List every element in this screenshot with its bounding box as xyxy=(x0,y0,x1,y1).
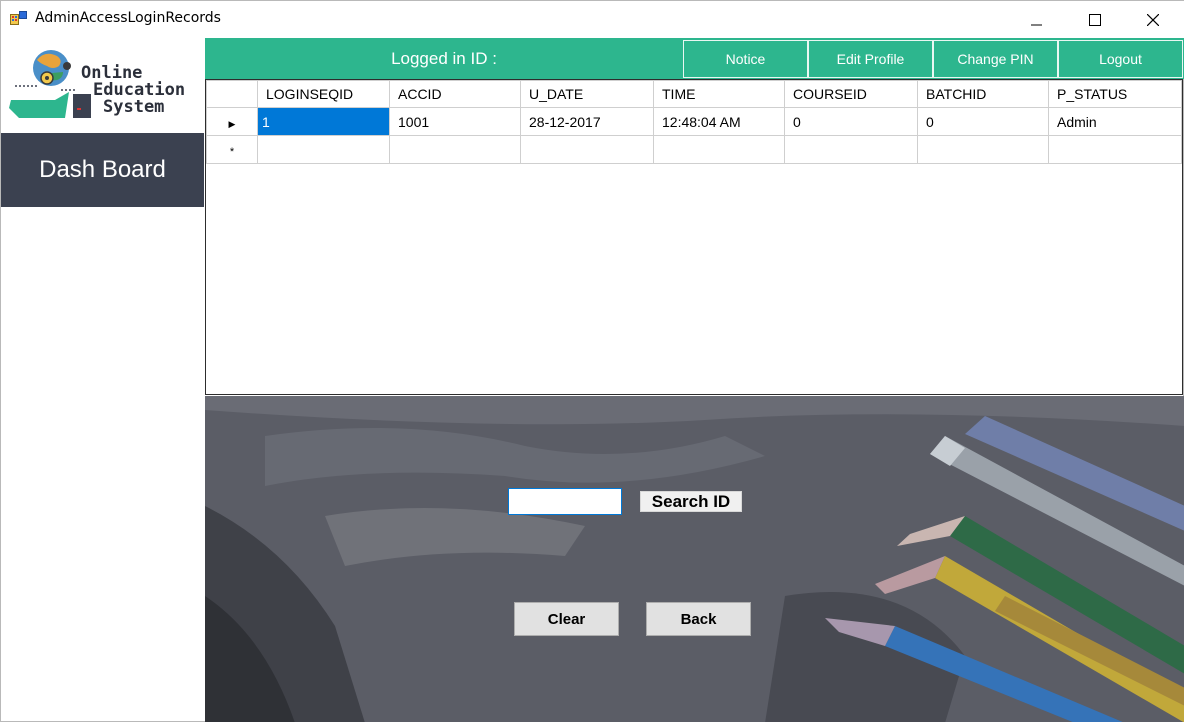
login-records-grid[interactable]: LOGINSEQID ACCID U_DATE TIME COURSEID BA… xyxy=(205,79,1183,395)
current-row-indicator[interactable]: ▶ xyxy=(206,107,258,136)
new-row-star-icon: * xyxy=(229,145,235,158)
close-button[interactable] xyxy=(1124,1,1182,38)
new-cell[interactable] xyxy=(784,135,918,164)
logged-in-label: Logged in ID : xyxy=(391,48,497,68)
app-window-icon xyxy=(10,11,27,26)
edit-profile-button[interactable]: Edit Profile xyxy=(808,40,933,78)
column-header-p-status[interactable]: P_STATUS xyxy=(1048,80,1182,108)
cell-u-date[interactable]: 28-12-2017 xyxy=(520,107,654,136)
clear-button[interactable]: Clear xyxy=(514,602,619,636)
minimize-button[interactable] xyxy=(1008,1,1066,38)
column-header-accid[interactable]: ACCID xyxy=(389,80,521,108)
maximize-icon xyxy=(1089,13,1101,26)
new-row-indicator[interactable]: * xyxy=(206,135,258,164)
new-cell[interactable] xyxy=(257,135,390,164)
top-bar: Logged in ID : Notice Edit Profile Chang… xyxy=(205,38,1184,79)
title-bar: AdminAccessLoginRecords xyxy=(1,1,1184,38)
new-cell[interactable] xyxy=(389,135,521,164)
search-id-input[interactable] xyxy=(508,488,622,515)
sidebar-item-dashboard[interactable]: Dash Board xyxy=(1,133,204,207)
new-cell[interactable] xyxy=(520,135,654,164)
minimize-icon xyxy=(1031,24,1042,25)
cell-p-status[interactable]: Admin xyxy=(1048,107,1182,136)
back-button[interactable]: Back xyxy=(646,602,751,636)
window-title: AdminAccessLoginRecords xyxy=(35,10,221,26)
header-row: LOGINSEQID ACCID U_DATE TIME COURSEID BA… xyxy=(206,80,1182,108)
maximize-button[interactable] xyxy=(1066,1,1124,38)
app-window: AdminAccessLoginRecords Online Education xyxy=(0,0,1184,722)
background-art-panel: Search ID Clear Back xyxy=(205,396,1184,722)
column-header-courseid[interactable]: COURSEID xyxy=(784,80,918,108)
search-id-button[interactable]: Search ID xyxy=(640,491,742,512)
new-row[interactable]: * xyxy=(206,135,1182,164)
logout-button[interactable]: Logout xyxy=(1058,40,1183,78)
app-logo: Online Education System xyxy=(1,38,205,133)
dashboard-label: Dash Board xyxy=(39,156,166,183)
cell-batchid[interactable]: 0 xyxy=(917,107,1049,136)
notice-button[interactable]: Notice xyxy=(683,40,808,78)
cell-time[interactable]: 12:48:04 AM xyxy=(653,107,785,136)
cell-loginseqid[interactable]: 1 xyxy=(257,107,390,136)
cell-accid[interactable]: 1001 xyxy=(389,107,521,136)
change-pin-button[interactable]: Change PIN xyxy=(933,40,1058,78)
table-row[interactable]: ▶ 1 1001 28-12-2017 12:48:04 AM 0 0 Admi… xyxy=(206,107,1182,136)
new-cell[interactable] xyxy=(653,135,785,164)
logo-text-system: System xyxy=(103,97,165,117)
colored-pencils-background xyxy=(205,396,1184,722)
column-header-loginseqid[interactable]: LOGINSEQID xyxy=(257,80,390,108)
column-header-batchid[interactable]: BATCHID xyxy=(917,80,1049,108)
column-header-u-date[interactable]: U_DATE xyxy=(520,80,654,108)
new-cell[interactable] xyxy=(917,135,1049,164)
new-cell[interactable] xyxy=(1048,135,1182,164)
close-icon xyxy=(1147,13,1159,26)
cell-courseid[interactable]: 0 xyxy=(784,107,918,136)
records-table: LOGINSEQID ACCID U_DATE TIME COURSEID BA… xyxy=(206,80,1182,164)
corner-header-cell[interactable] xyxy=(206,80,258,108)
row-pointer-icon: ▶ xyxy=(228,118,236,129)
column-header-time[interactable]: TIME xyxy=(653,80,785,108)
